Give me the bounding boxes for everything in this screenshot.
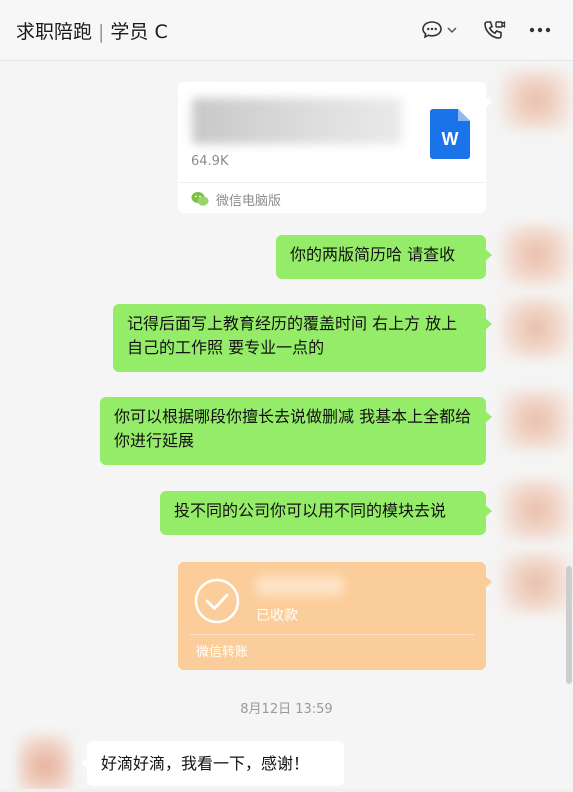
transfer-label: 微信转账 [196, 645, 249, 660]
transfer-divider [190, 634, 474, 635]
sender-avatar[interactable] [501, 553, 571, 613]
file-size: 64.9K [191, 154, 229, 169]
file-message[interactable]: 64.9K W 微信电脑版 [178, 82, 492, 213]
title-separator: | [98, 21, 105, 43]
chat-header: 求职陪跑 | 学员 C [0, 0, 573, 61]
sender-avatar[interactable] [501, 298, 571, 358]
sender-avatar[interactable] [501, 70, 571, 130]
message-bubble[interactable]: 你的两版简历哈 请查收 [276, 235, 492, 279]
check-circle-icon [194, 578, 240, 624]
scrollbar[interactable] [566, 566, 572, 684]
blurred-amount [256, 576, 344, 596]
chat-bubble-icon[interactable] [418, 16, 446, 44]
chat-title[interactable]: 求职陪跑 | 学员 C [16, 17, 168, 44]
transfer-status: 已收款 [256, 608, 298, 624]
word-doc-icon: W [430, 109, 470, 159]
file-divider [178, 182, 486, 183]
sender-avatar[interactable] [501, 480, 571, 540]
contact-name: 学员 C [110, 21, 168, 43]
sender-avatar[interactable] [501, 225, 571, 285]
file-source: 微信电脑版 [216, 194, 282, 209]
contact-avatar[interactable] [18, 734, 72, 792]
blurred-file-name [192, 98, 402, 144]
svg-text:W: W [442, 129, 459, 149]
more-icon[interactable] [526, 16, 554, 44]
chevron-down-icon[interactable] [444, 16, 460, 44]
sender-avatar[interactable] [501, 390, 571, 450]
wechat-icon [191, 192, 209, 206]
message-bubble[interactable]: 投不同的公司你可以用不同的模块去说 [160, 491, 492, 535]
transfer-message[interactable]: 已收款 微信转账 [178, 562, 492, 670]
message-timestamp: 8月12日 13:59 [240, 702, 333, 717]
phone-video-icon[interactable] [480, 16, 508, 44]
reply-bubble[interactable]: 好滴好滴，我看一下，感谢！ [81, 741, 344, 786]
message-bubble[interactable]: 你可以根据哪段你擅长去说做删减 我基本上全都给你进行延展 [100, 397, 492, 465]
group-name: 求职陪跑 [16, 21, 93, 43]
message-bubble[interactable]: 记得后面写上教育经历的覆盖时间 右上方 放上自己的工作照 要专业一点的 [113, 304, 492, 372]
